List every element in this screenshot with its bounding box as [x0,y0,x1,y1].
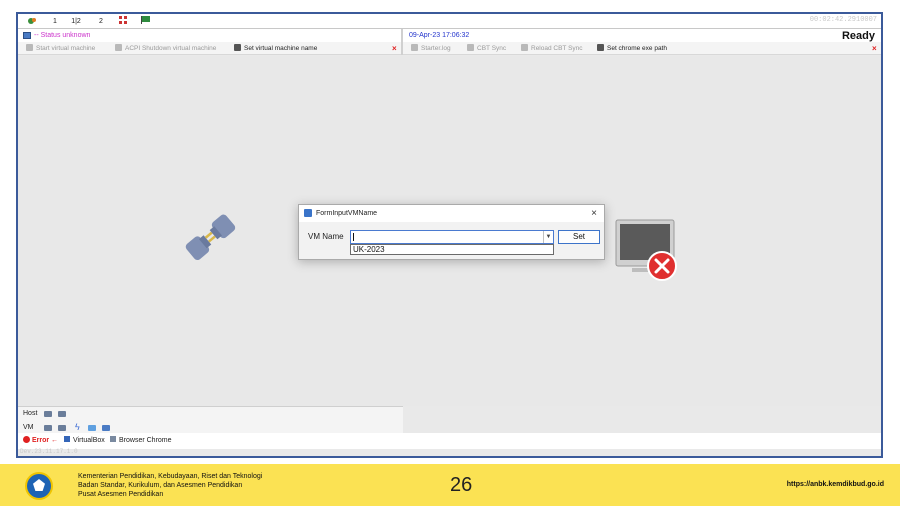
logo-emblem [25,472,53,500]
starter-log-label: Starter.log [421,45,451,52]
close-left-icon[interactable]: × [392,42,397,55]
ministry-text: Kementerian Pendidikan, Kebudayaan, Rise… [78,472,262,499]
reload-cbt-sync-button[interactable]: Reload CBT Sync [521,42,583,55]
text-caret [353,233,354,241]
ministry-line-2: Badan Standar, Kurikulum, dan Asesmen Pe… [78,482,243,489]
bottom-status-bar: Error ← VirtualBox Browser Chrome [18,433,881,449]
slide-footer: Kementerian Pendidikan, Kebudayaan, Rise… [0,464,900,506]
flag-icon[interactable] [140,16,150,27]
host-disk-icon [58,411,66,417]
browser-chrome-status[interactable]: Browser Chrome [110,433,172,449]
tab-1-2[interactable]: 1|2 [68,16,84,27]
browser-chrome-label: Browser Chrome [119,437,172,444]
virtualbox-label: VirtualBox [73,437,105,444]
browser-icon [110,436,116,442]
error-label: Error ← [32,437,59,444]
set-button[interactable]: Set [558,230,600,244]
vm-pc-icon [44,425,52,431]
dialog-title-bar[interactable]: FormInputVMName × [299,205,604,222]
dropdown-option-uk-2023[interactable]: UK-2023 [350,244,554,255]
vm-toolbar: Start virtual machine ACPI Shutdown virt… [18,42,401,55]
host-pc-icon [44,411,52,417]
sync-icon [467,44,474,51]
form-icon [304,209,312,217]
set-chrome-path-button[interactable]: Set chrome exe path [597,42,667,55]
dialog-title: FormInputVMName [316,210,378,217]
status-right: 09-Apr-23 17:06:32 Ready [403,29,881,42]
host-vm-panel: Host VM ϟ [18,406,403,436]
slide: 1 1|2 2 00:02:42.2910007 -- Status unkno… [0,0,900,506]
acpi-shutdown-button[interactable]: ACPI Shutdown virtual machine [115,42,216,55]
tab-1[interactable]: 1 [50,16,60,27]
set-chrome-path-label: Set chrome exe path [607,45,667,52]
vm-name-dialog: FormInputVMName × VM Name ▼ UK-2023 Set [298,204,605,260]
log-icon [411,44,418,51]
vm-label: VM [23,424,34,431]
set-vm-name-label: Set virtual machine name [244,45,318,52]
starter-log-button[interactable]: Starter.log [411,42,451,55]
error-icon [23,436,30,443]
start-vm-button[interactable]: Start virtual machine [26,42,95,55]
monitor-icon [23,32,31,39]
screen-icon [102,425,110,431]
set-vm-name-button[interactable]: Set virtual machine name [234,42,317,55]
datetime: 09-Apr-23 17:06:32 [409,32,470,39]
cbt-sync-button[interactable]: CBT Sync [467,42,506,55]
network-icon [88,425,96,431]
chevron-down-icon[interactable]: ▼ [543,231,553,243]
vm-status-text: -- Status unknown [34,32,91,39]
disconnected-monitor-icon [615,219,677,281]
close-right-icon[interactable]: × [872,42,877,55]
document-icon [234,44,241,51]
power-icon [115,44,122,51]
start-vm-label: Start virtual machine [36,45,96,52]
arrow-right-icon [26,44,33,51]
virtualbox-icon [64,436,70,442]
error-indicator[interactable]: Error ← [23,433,58,449]
grid-icon[interactable] [118,16,128,27]
app-icon[interactable] [26,16,38,27]
version-text: Dev.23.11.17.1.0 [20,448,78,455]
app-window: 1 1|2 2 00:02:42.2910007 -- Status unkno… [16,12,883,458]
top-bar: 1 1|2 2 00:02:42.2910007 [18,14,881,29]
elapsed-clock: 00:02:42.2910007 [809,16,877,24]
vm-name-label: VM Name [308,232,344,241]
cbt-sync-label: CBT Sync [477,45,507,52]
footer-url: https://anbk.kemdikbud.go.id [786,481,884,488]
tools-toolbar: Starter.log CBT Sync Reload CBT Sync Set… [403,42,881,55]
reload-icon [521,44,528,51]
ministry-line-1: Kementerian Pendidikan, Kebudayaan, Rise… [78,473,263,480]
vm-disk-icon [58,425,66,431]
host-label: Host [23,410,38,417]
dialog-close-button[interactable]: × [591,205,597,222]
ready-status: Ready [841,30,875,42]
acpi-shutdown-label: ACPI Shutdown virtual machine [125,45,217,52]
vm-name-combobox[interactable]: ▼ [350,230,554,244]
plug-icon [185,214,236,261]
status-left: -- Status unknown [18,29,401,42]
tab-2[interactable]: 2 [96,16,106,27]
ministry-line-3: Pusat Asesmen Pendidikan [78,491,164,498]
virtualbox-status[interactable]: VirtualBox [64,433,105,449]
lightning-icon: ϟ [75,422,80,432]
reload-cbt-sync-label: Reload CBT Sync [531,45,583,52]
settings-icon [597,44,604,51]
page-number: 26 [450,474,473,496]
